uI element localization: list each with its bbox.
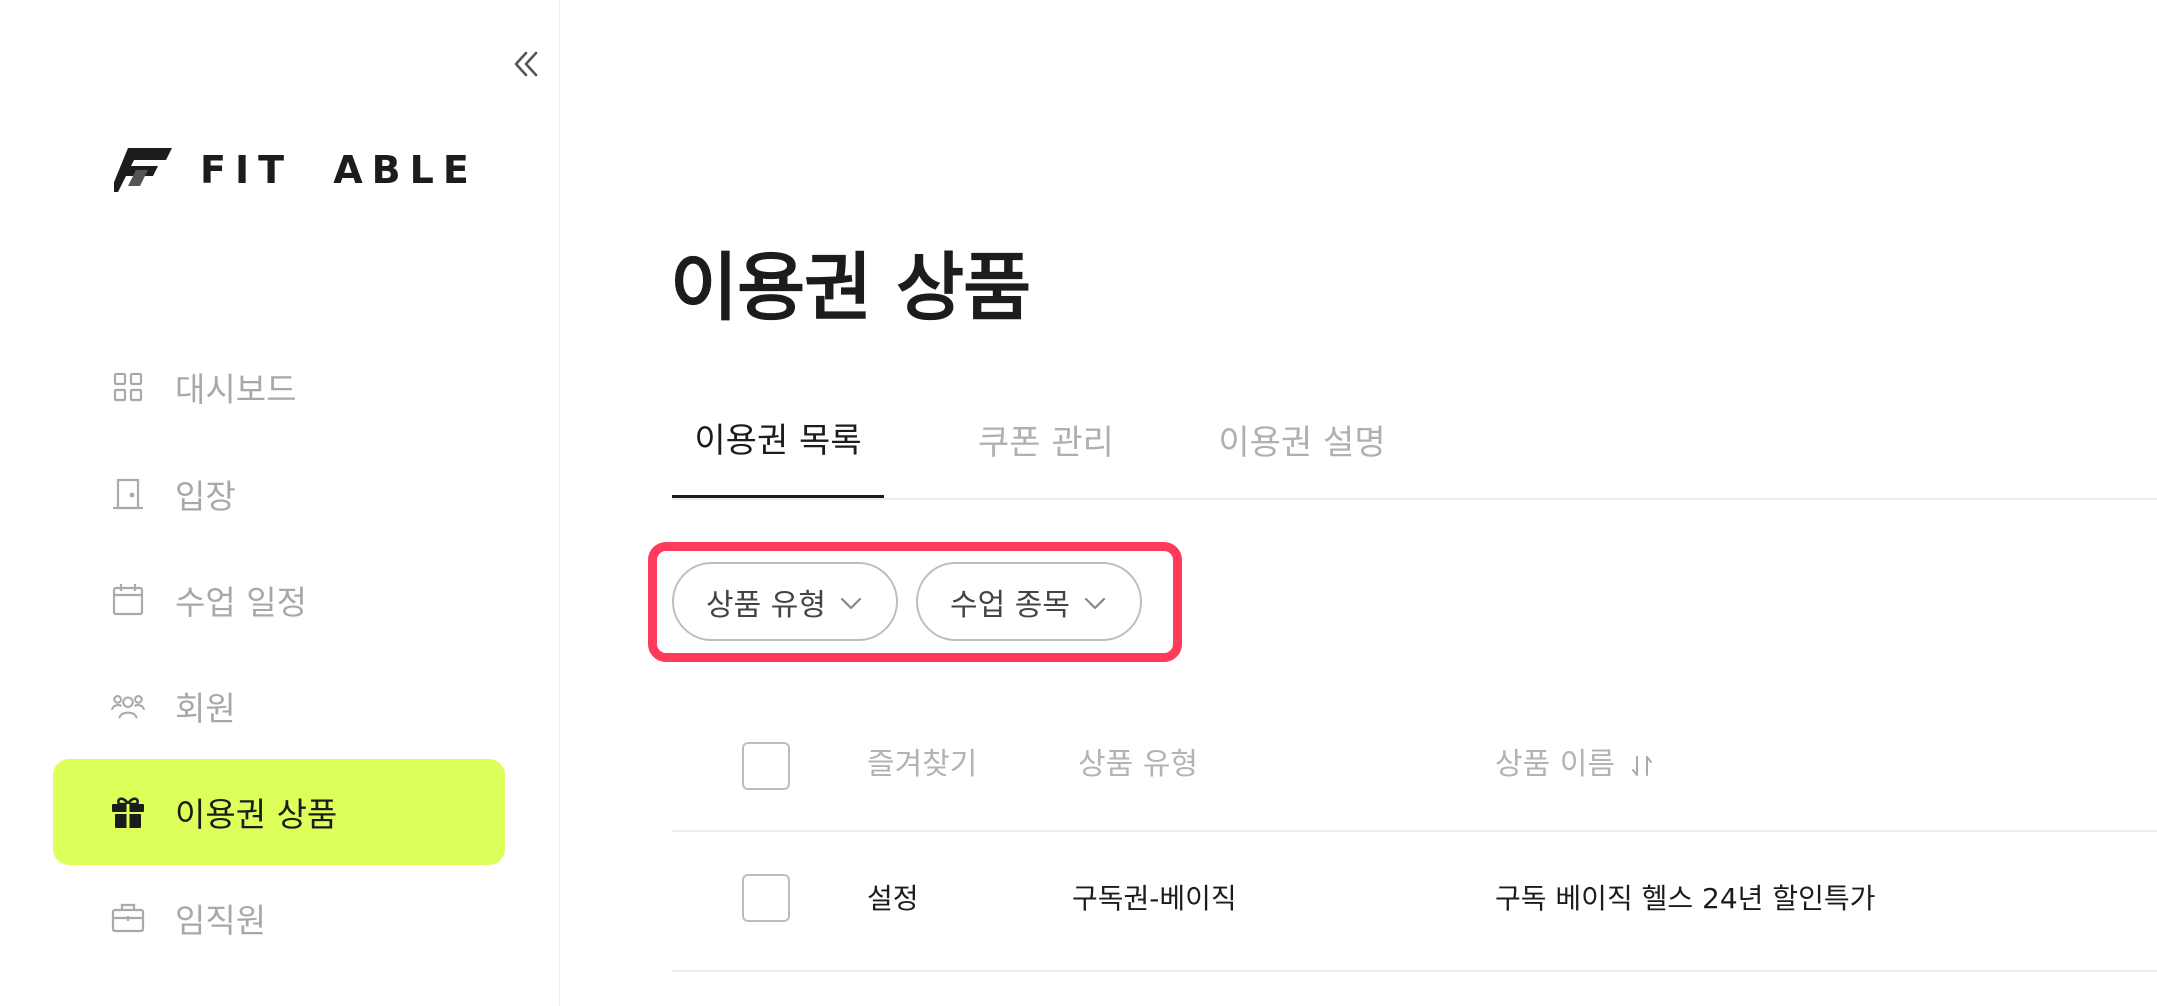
table-header: 즐겨찾기 상품 유형 상품 이름 bbox=[672, 700, 2157, 832]
column-header-favorite: 즐겨찾기 bbox=[867, 747, 978, 782]
sidebar-item-label: 입장 bbox=[175, 477, 236, 516]
collapse-sidebar-button[interactable] bbox=[506, 44, 546, 84]
sidebar-item-label: 수업 일정 bbox=[175, 583, 307, 622]
tab-membership-description[interactable]: 이용권 설명 bbox=[1196, 380, 1408, 498]
door-icon bbox=[111, 477, 145, 511]
filter-class-category-dropdown[interactable]: 수업 종목 bbox=[916, 562, 1142, 641]
column-header-product-type: 상품 유형 bbox=[1078, 747, 1198, 782]
sidebar-item-members[interactable]: 회원 bbox=[53, 653, 505, 759]
briefcase-icon bbox=[111, 901, 145, 935]
chevron-down-icon bbox=[840, 597, 862, 610]
tab-bar: 이용권 목록 쿠폰 관리 이용권 설명 bbox=[672, 380, 2157, 500]
double-chevron-left-icon bbox=[514, 51, 538, 77]
sidebar-item-label: 이용권 상품 bbox=[175, 795, 338, 834]
tab-membership-list[interactable]: 이용권 목록 bbox=[672, 380, 884, 498]
page-title: 이용권 상품 bbox=[670, 245, 1031, 331]
sidebar-item-label: 대시보드 bbox=[175, 370, 297, 409]
sort-arrows-icon[interactable] bbox=[1629, 753, 1655, 779]
sidebar-item-label: 회원 bbox=[175, 689, 236, 728]
filter-product-type-dropdown[interactable]: 상품 유형 bbox=[672, 562, 898, 641]
sidebar: FIT ABLE 대시보드 입장 수업 일정 회원 이용권 상품 임직원 bbox=[0, 0, 560, 1006]
tab-coupon-management[interactable]: 쿠폰 관리 bbox=[954, 380, 1138, 498]
table-body: 설정 구독권-베이직 구독 베이직 헬스 24년 할인특가 bbox=[672, 832, 2157, 972]
calendar-icon bbox=[111, 583, 145, 617]
membership-table: 즐겨찾기 상품 유형 상품 이름 bbox=[672, 700, 2157, 832]
chevron-down-icon bbox=[1084, 597, 1106, 610]
product-name-cell: 구독 베이직 헬스 24년 할인특가 bbox=[1495, 882, 1876, 915]
filter-label: 수업 종목 bbox=[950, 587, 1070, 623]
sidebar-item-dashboard[interactable]: 대시보드 bbox=[53, 334, 505, 440]
column-header-label: 상품 이름 bbox=[1495, 747, 1615, 782]
sidebar-item-entrance[interactable]: 입장 bbox=[53, 441, 505, 547]
brand-name: FIT ABLE bbox=[200, 148, 478, 192]
column-header-product-name: 상품 이름 bbox=[1495, 742, 1655, 788]
row-checkbox[interactable] bbox=[742, 874, 790, 922]
select-all-checkbox[interactable] bbox=[742, 742, 790, 790]
fitable-logo-icon bbox=[114, 148, 172, 192]
grid-icon bbox=[111, 370, 145, 404]
sidebar-item-membership-products[interactable]: 이용권 상품 bbox=[53, 759, 505, 865]
members-icon bbox=[111, 689, 145, 723]
sidebar-item-staff[interactable]: 임직원 bbox=[53, 865, 505, 971]
favorite-setting-link[interactable]: 설정 bbox=[867, 876, 919, 922]
table-row[interactable]: 설정 구독권-베이직 구독 베이직 헬스 24년 할인특가 bbox=[672, 832, 2157, 972]
filter-label: 상품 유형 bbox=[706, 587, 826, 623]
product-type-cell: 구독권-베이직 bbox=[1072, 882, 1237, 915]
sidebar-item-label: 임직원 bbox=[175, 901, 267, 940]
gift-icon bbox=[111, 795, 145, 829]
sidebar-item-class-schedule[interactable]: 수업 일정 bbox=[53, 547, 505, 653]
brand-logo[interactable]: FIT ABLE bbox=[114, 148, 478, 192]
